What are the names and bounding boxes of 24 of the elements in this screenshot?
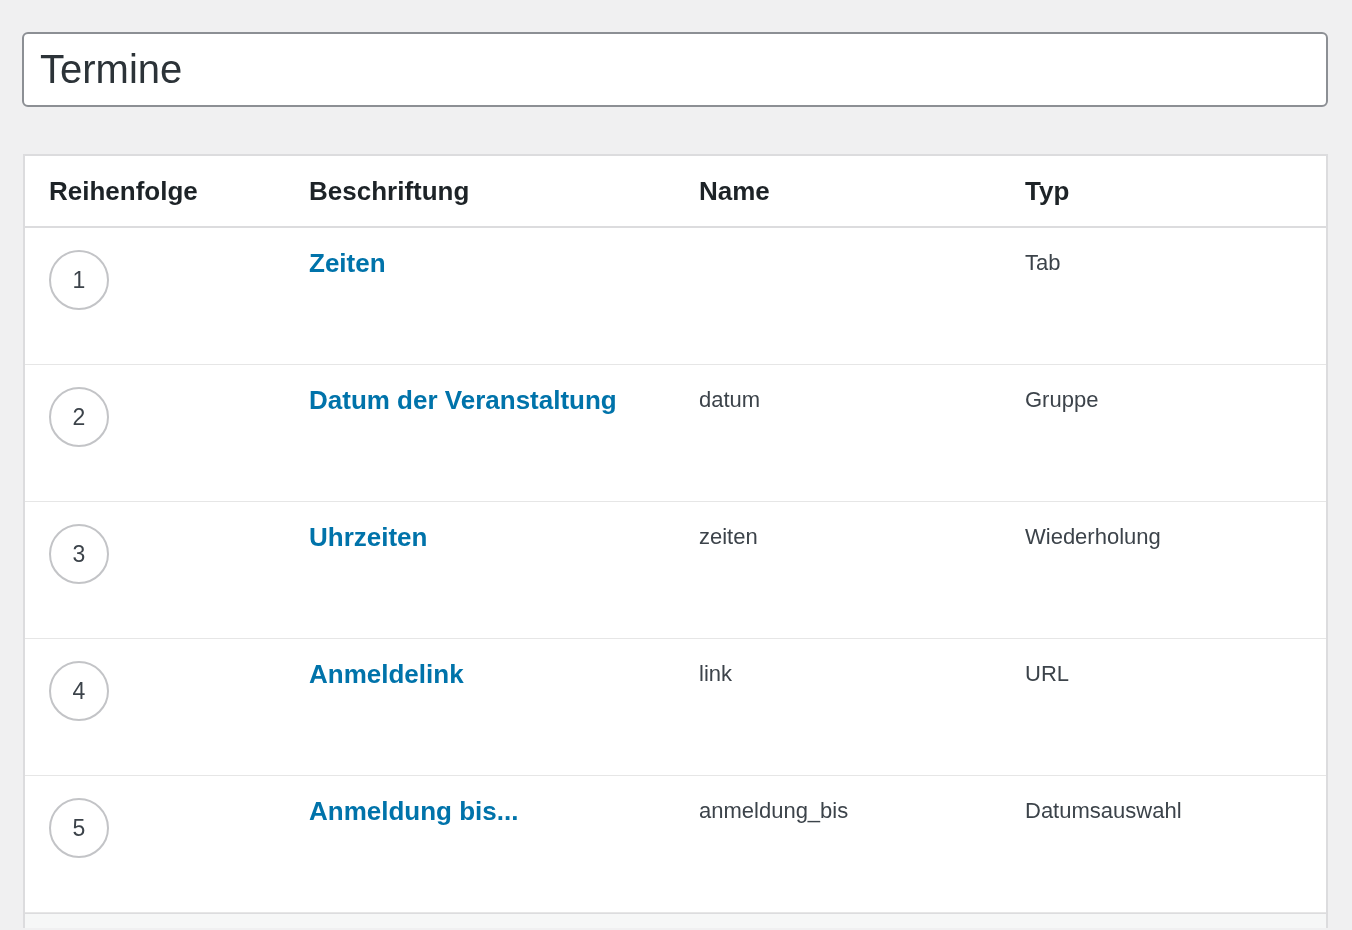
- order-number[interactable]: 3: [49, 524, 109, 584]
- field-label-link[interactable]: Anmeldung bis...: [309, 796, 519, 826]
- column-heading: Reihenfolge: [49, 175, 199, 207]
- field-type-text: Wiederholung: [1025, 524, 1161, 549]
- field-name-text: datum: [699, 387, 761, 412]
- field-label-link[interactable]: Uhrzeiten: [309, 522, 428, 552]
- order-number[interactable]: 1: [49, 250, 109, 310]
- order-number[interactable]: 5: [49, 798, 109, 858]
- field-type-text: URL: [1025, 661, 1069, 686]
- field-label-link[interactable]: Zeiten: [309, 248, 386, 278]
- column-heading: Beschriftung: [309, 175, 471, 207]
- field-label-link[interactable]: Anmeldelink: [309, 659, 464, 689]
- column-heading: Typ: [1025, 175, 1071, 207]
- field-type-text: Tab: [1025, 250, 1061, 275]
- field-name-text: anmeldung_bis: [699, 798, 849, 823]
- field-label-link[interactable]: Datum der Veranstaltung: [309, 385, 617, 415]
- field-name-text: zeiten: [699, 524, 758, 549]
- order-number[interactable]: 2: [49, 387, 109, 447]
- field-type-text: Datumsauswahl: [1025, 798, 1182, 823]
- column-heading: Name: [699, 175, 771, 207]
- order-number[interactable]: 4: [49, 661, 109, 721]
- field-name-text: link: [699, 661, 732, 686]
- field-type-text: Gruppe: [1025, 387, 1099, 412]
- title-input-field[interactable]: Termine: [22, 32, 1328, 107]
